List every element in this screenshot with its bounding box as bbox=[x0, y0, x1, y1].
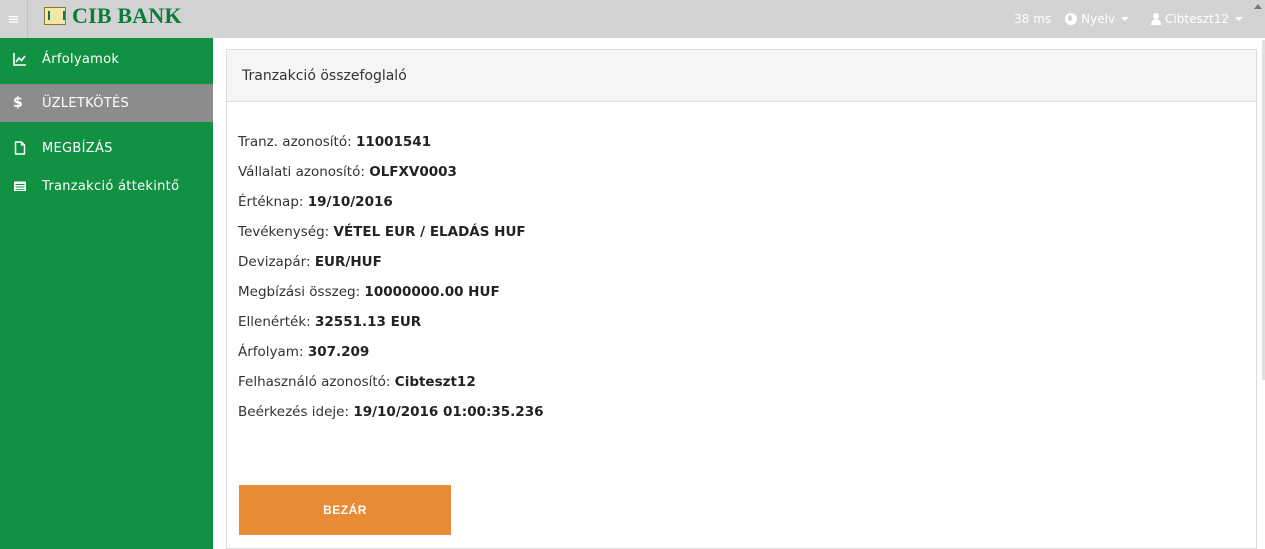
language-dropdown[interactable]: Nyelv bbox=[1065, 12, 1130, 26]
detail-label: Devizapár: bbox=[238, 254, 311, 270]
detail-row: Devizapár: EUR/HUF bbox=[238, 247, 1256, 277]
detail-value: Cibteszt12 bbox=[394, 374, 476, 390]
dollar-icon: $ bbox=[13, 95, 23, 111]
sidebar-item-label: ÜZLETKÖTÉS bbox=[42, 95, 130, 111]
detail-value: EUR/HUF bbox=[314, 254, 382, 270]
transaction-summary-panel: Tranzakció összefoglaló Tranz. azonosító… bbox=[226, 49, 1257, 549]
panel-body: Tranz. azonosító: 11001541 Vállalati azo… bbox=[227, 102, 1256, 427]
detail-label: Értéknap: bbox=[238, 194, 304, 210]
user-dropdown[interactable]: Cibteszt12 bbox=[1151, 12, 1243, 26]
detail-row: Tevékenység: VÉTEL EUR / ELADÁS HUF bbox=[238, 217, 1256, 247]
sidebar-item-label: Tranzakció áttekintő bbox=[42, 178, 180, 194]
file-icon bbox=[13, 141, 27, 155]
latency-indicator: 38 ms bbox=[1014, 12, 1052, 26]
sidebar-item-label: MEGBÍZÁS bbox=[42, 140, 113, 156]
detail-value: 32551.13 EUR bbox=[315, 314, 422, 330]
sidebar: Árfolyamok $ ÜZLETKÖTÉS MEGBÍZÁS Tranzak… bbox=[0, 38, 213, 549]
top-navbar: ≡ CIB BANK 38 ms Nyelv Cibteszt12 bbox=[0, 0, 1265, 38]
detail-row: Beérkezés ideje: 19/10/2016 01:00:35.236 bbox=[238, 397, 1256, 427]
caret-down-icon bbox=[1121, 17, 1130, 21]
detail-label: Vállalati azonosító: bbox=[238, 164, 365, 180]
caret-down-icon bbox=[1235, 17, 1243, 21]
sidebar-item-tranzakcio-attekinto[interactable]: Tranzakció áttekintő bbox=[0, 167, 213, 205]
detail-label: Tevékenység: bbox=[238, 224, 330, 240]
topbar-right: 38 ms Nyelv Cibteszt12 bbox=[1014, 0, 1265, 38]
globe-icon bbox=[1065, 13, 1078, 25]
cib-logo-icon bbox=[44, 7, 66, 25]
detail-row: Felhasználó azonosító: Cibteszt12 bbox=[238, 367, 1256, 397]
detail-row: Megbízási összeg: 10000000.00 HUF bbox=[238, 277, 1256, 307]
detail-row: Vállalati azonosító: OLFXV0003 bbox=[238, 157, 1256, 187]
list-icon bbox=[13, 179, 27, 193]
detail-row: Árfolyam: 307.209 bbox=[238, 337, 1256, 367]
detail-value: 11001541 bbox=[355, 134, 432, 150]
detail-label: Ellenérték: bbox=[238, 314, 311, 330]
user-icon bbox=[1151, 13, 1162, 25]
language-label: Nyelv bbox=[1081, 12, 1116, 26]
panel-title: Tranzakció összefoglaló bbox=[227, 50, 1256, 102]
sidebar-item-megbizas[interactable]: MEGBÍZÁS bbox=[0, 129, 213, 167]
detail-label: Beérkezés ideje: bbox=[238, 404, 350, 420]
detail-row: Ellenérték: 32551.13 EUR bbox=[238, 307, 1256, 337]
sidebar-item-arfolyamok[interactable]: Árfolyamok bbox=[0, 40, 213, 78]
detail-label: Tranz. azonosító: bbox=[238, 134, 352, 150]
detail-value: VÉTEL EUR / ELADÁS HUF bbox=[333, 224, 526, 240]
detail-row: Tranz. azonosító: 11001541 bbox=[238, 127, 1256, 157]
sidebar-item-uzletkotes[interactable]: $ ÜZLETKÖTÉS bbox=[0, 84, 213, 122]
detail-value: 307.209 bbox=[307, 344, 370, 360]
detail-value: 19/10/2016 bbox=[307, 194, 393, 210]
detail-row: Értéknap: 19/10/2016 bbox=[238, 187, 1256, 217]
brand-name: CIB BANK bbox=[72, 3, 182, 28]
user-label: Cibteszt12 bbox=[1165, 12, 1229, 26]
detail-value: 19/10/2016 01:00:35.236 bbox=[353, 404, 544, 420]
hamburger-icon[interactable]: ≡ bbox=[0, 0, 28, 38]
detail-label: Felhasználó azonosító: bbox=[238, 374, 391, 390]
brand-logo[interactable]: CIB BANK bbox=[44, 3, 182, 29]
line-chart-icon bbox=[13, 52, 27, 66]
detail-value: OLFXV0003 bbox=[369, 164, 457, 180]
sidebar-item-label: Árfolyamok bbox=[42, 51, 120, 67]
close-button[interactable]: BEZÁR bbox=[239, 485, 451, 535]
detail-label: Árfolyam: bbox=[238, 344, 304, 360]
scroll-up-arrow[interactable] bbox=[1251, 0, 1265, 38]
detail-label: Megbízási összeg: bbox=[238, 284, 361, 300]
detail-value: 10000000.00 HUF bbox=[364, 284, 500, 300]
